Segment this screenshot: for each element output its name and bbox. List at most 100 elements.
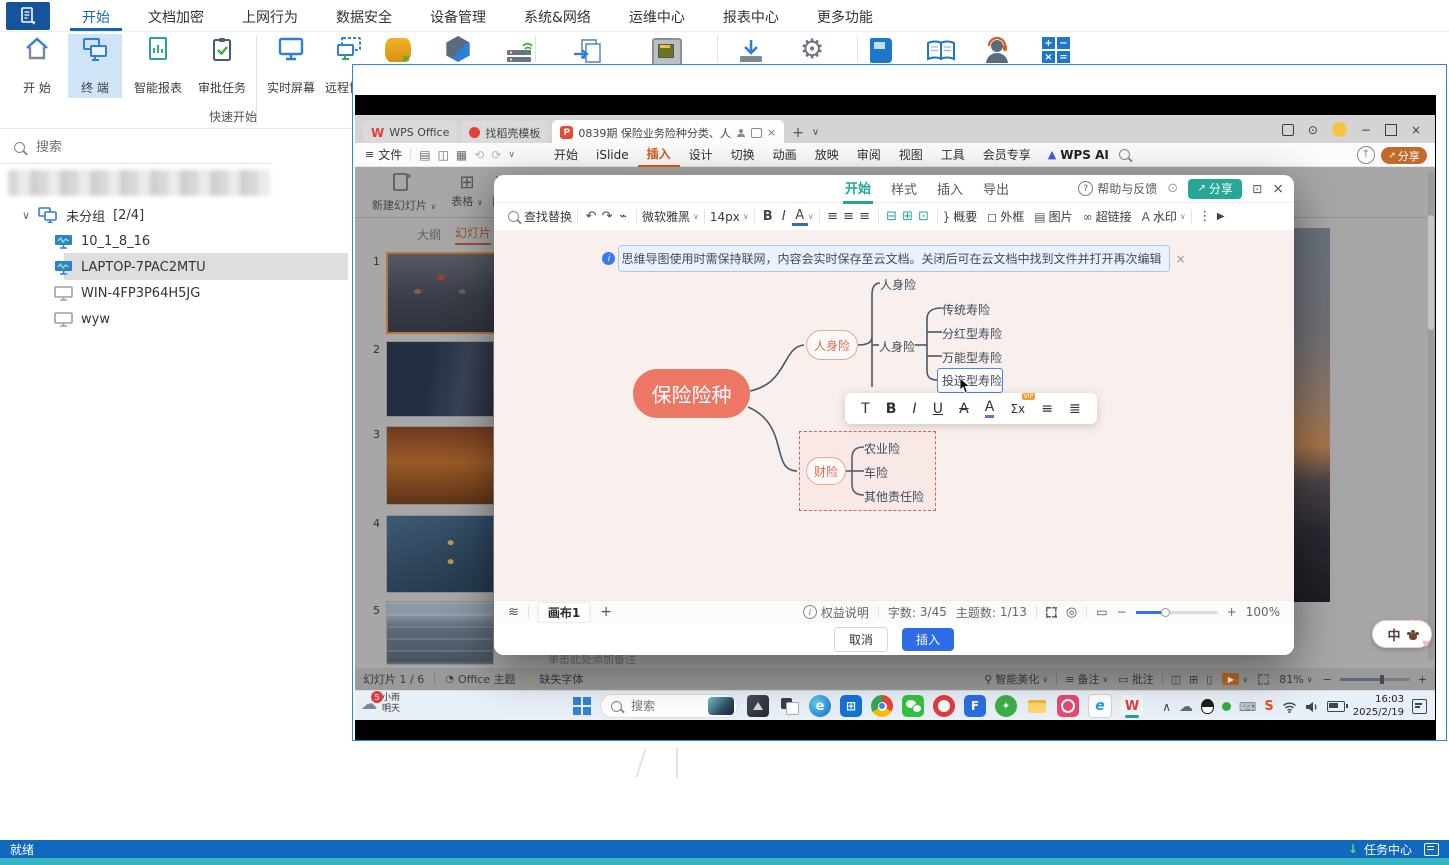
- numbered-list-icon[interactable]: ≣: [1069, 401, 1081, 417]
- device-row[interactable]: WIN-4FP3P64H5JG: [54, 280, 344, 306]
- gear-icon[interactable]: ⚙: [800, 34, 824, 65]
- zoom-level[interactable]: 81%: [1279, 673, 1303, 686]
- minimize-icon[interactable]: −: [1361, 123, 1371, 137]
- menu-item-device-mgmt[interactable]: 设备管理: [418, 1, 498, 31]
- zoom-in-icon[interactable]: +: [1418, 673, 1427, 686]
- comments-button[interactable]: ▭ 批注: [1118, 671, 1153, 687]
- menu-item-report-center[interactable]: 报表中心: [711, 1, 791, 31]
- new-tab-icon[interactable]: +: [788, 125, 808, 141]
- dialog-tab-start[interactable]: 开始: [843, 174, 874, 204]
- menu-item-data-security[interactable]: 数据安全: [324, 1, 404, 31]
- ribbon-tab-design[interactable]: 设计: [680, 143, 722, 167]
- toolbar-smart-report-button[interactable]: 智能报表: [126, 34, 190, 98]
- start-button[interactable]: [573, 697, 591, 715]
- slide-thumbnail-2[interactable]: [386, 341, 494, 417]
- smart-beautify-button[interactable]: ⚲ 智能美化 ∨: [984, 671, 1048, 687]
- chevron-down-icon[interactable]: ∨: [22, 209, 30, 222]
- toolbar-terminal-button[interactable]: 终 端: [68, 34, 122, 98]
- ribbon-tab-slideshow[interactable]: 放映: [806, 143, 848, 167]
- fullscreen-icon[interactable]: [1258, 673, 1270, 685]
- cloud-tray-icon[interactable]: ☁: [1179, 699, 1193, 715]
- fit-screen-icon[interactable]: [1045, 606, 1057, 618]
- status-circle-icon[interactable]: ⊙: [1167, 181, 1178, 196]
- ribbon-tab-insert[interactable]: 插入: [637, 141, 680, 168]
- toolbar-live-screen-button[interactable]: 实时屏幕: [262, 34, 320, 98]
- ime-indicator[interactable]: ★ 中 ♥: [1372, 612, 1434, 650]
- zoom-slider[interactable]: [1135, 607, 1218, 617]
- bold-icon[interactable]: B: [760, 207, 776, 227]
- tab-slides[interactable]: 幻灯片: [455, 224, 492, 245]
- insert-subtopic-icon[interactable]: ⊞: [900, 207, 916, 227]
- reading-view-icon[interactable]: ▯: [1206, 673, 1212, 686]
- ribbon-tab-transition[interactable]: 切换: [722, 143, 764, 167]
- taskbar-weather-widget[interactable]: ☁ 5 小雨 明天: [361, 691, 400, 715]
- tab-outline[interactable]: 大纲: [417, 226, 441, 243]
- insert-parent-icon[interactable]: ⊡: [916, 207, 932, 227]
- wps-share-button[interactable]: ↗ 分享: [1381, 147, 1427, 164]
- align-right-icon[interactable]: ≡: [857, 207, 873, 227]
- slide-thumbnail-4[interactable]: [386, 515, 494, 593]
- calculator-icon[interactable]: + − × =: [1042, 37, 1070, 63]
- menu-item-home[interactable]: 开始: [70, 1, 122, 31]
- ethernet-port-icon[interactable]: [652, 38, 682, 66]
- cloud-sync-icon[interactable]: ↑: [1357, 145, 1375, 164]
- mindmap-branch-node[interactable]: 人身险: [806, 330, 858, 360]
- menu-item-web-behavior[interactable]: 上网行为: [230, 1, 310, 31]
- tab-close-icon[interactable]: ×: [767, 126, 776, 139]
- bullet-list-icon[interactable]: ≡: [1041, 401, 1053, 417]
- frame-button[interactable]: ◻ 外框: [987, 208, 1024, 225]
- app-logo-button[interactable]: [6, 2, 50, 30]
- play-button[interactable]: ▶: [1222, 673, 1240, 685]
- mindmap-leaf[interactable]: 传统寿险: [942, 301, 990, 318]
- zoom-in-icon[interactable]: +: [1227, 605, 1237, 619]
- find-replace-button[interactable]: 查找替换: [508, 208, 572, 225]
- strikethrough-icon[interactable]: A: [959, 401, 969, 417]
- chevron-down-icon[interactable]: ∨: [508, 150, 515, 160]
- formula-icon[interactable]: Σx VIP: [1010, 392, 1036, 416]
- menu-item-doc-encrypt[interactable]: 文档加密: [136, 1, 216, 31]
- play-options-icon[interactable]: ∨: [1242, 675, 1248, 684]
- file-menu[interactable]: ≡ 文件: [365, 146, 402, 163]
- bold-icon[interactable]: B: [886, 401, 897, 417]
- locate-center-icon[interactable]: ◎: [1066, 605, 1077, 620]
- undo-icon[interactable]: ↶: [583, 207, 599, 227]
- qq-penguin-icon[interactable]: [1201, 699, 1215, 714]
- wechat-icon[interactable]: [902, 695, 924, 717]
- close-icon[interactable]: ×: [1411, 123, 1421, 137]
- mindmap-branch-node[interactable]: 财险: [806, 457, 846, 485]
- ribbon-tab-tools[interactable]: 工具: [932, 143, 974, 167]
- summary-button[interactable]: } 概要: [943, 208, 978, 225]
- format-painter-icon[interactable]: ⌁: [615, 207, 631, 227]
- wps-taskbar-icon[interactable]: W: [1121, 695, 1143, 718]
- output-icon[interactable]: ◫: [438, 148, 449, 162]
- expand-toolbar-icon[interactable]: ▶: [1213, 207, 1229, 227]
- toolbar-approval-button[interactable]: 审批任务: [192, 34, 252, 98]
- missing-font-warning[interactable]: ⚠ 缺失字体: [526, 671, 584, 687]
- sidebar-group-unassigned[interactable]: ∨ 未分组 [2/4]: [22, 202, 342, 228]
- wifi-icon[interactable]: [1282, 701, 1297, 713]
- green-app-icon[interactable]: ✦: [995, 695, 1017, 717]
- more-tools-icon[interactable]: ⋮: [1197, 207, 1213, 227]
- task-view-icon[interactable]: [778, 695, 800, 717]
- mindmap-root-node[interactable]: 保险险种: [633, 369, 750, 418]
- f-app-icon[interactable]: F: [964, 695, 986, 717]
- dialog-share-button[interactable]: ↗ 分享: [1188, 178, 1243, 199]
- theme-indicator[interactable]: ◔ Office 主题: [445, 671, 515, 687]
- chrome-icon[interactable]: [871, 695, 893, 717]
- text-icon[interactable]: T: [861, 401, 870, 417]
- ribbon-tab-start[interactable]: 开始: [545, 143, 587, 167]
- taskbar-search[interactable]: [600, 694, 738, 718]
- layout-icon[interactable]: [1281, 123, 1294, 136]
- ribbon-tab-islide[interactable]: iSlide: [587, 143, 638, 167]
- layers-icon[interactable]: ≋: [508, 605, 519, 620]
- menu-item-sys-network[interactable]: 系统&网络: [512, 1, 603, 31]
- insert-button[interactable]: 插入: [902, 627, 955, 651]
- tray-expand-icon[interactable]: ∧: [1162, 700, 1171, 714]
- normal-view-icon[interactable]: ◫: [1171, 673, 1181, 686]
- ribbon-tab-view[interactable]: 视图: [890, 143, 932, 167]
- dialog-tab-insert[interactable]: 插入: [935, 175, 965, 202]
- tab-list-icon[interactable]: ∨: [812, 127, 819, 138]
- toolbar-start-button[interactable]: 开 始: [10, 34, 64, 98]
- scrollbar-thumb[interactable]: [1428, 215, 1434, 330]
- redo-icon[interactable]: ↷: [599, 207, 615, 227]
